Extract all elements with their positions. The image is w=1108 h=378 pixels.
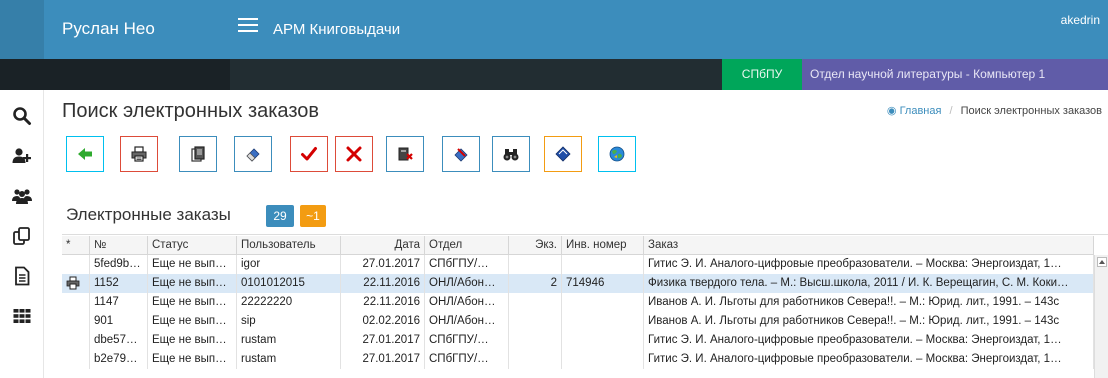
binoculars-icon [503, 149, 519, 161]
eraser-icon [246, 148, 260, 162]
book-mark-icon [454, 148, 468, 162]
row-icon-cell [62, 312, 90, 331]
diamond-icon [555, 146, 571, 162]
print-button[interactable] [120, 136, 158, 172]
diamond-button[interactable] [544, 136, 582, 172]
users-icon [12, 189, 32, 204]
back-button[interactable] [66, 136, 104, 172]
copy-pages-button[interactable] [179, 136, 217, 172]
confirm-button[interactable] [290, 136, 328, 172]
column-header-inventory[interactable]: Инв. номер [562, 236, 644, 255]
table-row[interactable]: dbe57… Еще не вып… rustam 27.01.2017 СПб… [62, 331, 1094, 350]
search-icon [13, 107, 31, 125]
table-row[interactable]: 5fed9b… Еще не вып… igor 27.01.2017 СПбГ… [62, 255, 1094, 274]
document-icon [15, 266, 30, 286]
checkmark-icon [301, 147, 317, 161]
column-header-mark[interactable]: * [62, 236, 90, 255]
add-user-icon [12, 148, 31, 163]
scroll-up-button[interactable] [1097, 257, 1107, 267]
row-icon-cell [62, 274, 90, 293]
sidebar-item-document[interactable] [0, 256, 44, 296]
info-bar: СПбПУ Отдел научной литературы - Компьют… [0, 59, 1108, 90]
book-delete-button[interactable] [386, 136, 424, 172]
navbar-left-strip [0, 0, 44, 59]
orders-grid: * № Статус Пользователь Дата Отдел Экз. … [62, 236, 1108, 378]
row-icon-cell [62, 293, 90, 312]
column-header-user[interactable]: Пользователь [237, 236, 341, 255]
breadcrumb-current: Поиск электронных заказов [960, 105, 1102, 117]
grid-scrollbar[interactable] [1094, 255, 1108, 378]
user-menu[interactable]: akedrin [1061, 13, 1100, 27]
book-delete-icon [398, 147, 413, 161]
close-icon [346, 146, 362, 162]
column-header-date[interactable]: Дата [341, 236, 425, 255]
org-badge: СПбПУ [722, 59, 802, 90]
chevron-up-icon [1099, 260, 1105, 264]
sidebar-item-users[interactable] [0, 176, 44, 216]
top-navbar: Руслан Нео АРМ Книговыдачи akedrin [0, 0, 1108, 59]
brand-logo[interactable]: Руслан Нео [62, 19, 155, 39]
grid-icon [13, 309, 31, 323]
column-header-status[interactable]: Статус [148, 236, 237, 255]
sidebar [0, 90, 44, 378]
row-icon-cell [62, 255, 90, 274]
sidebar-item-add-user[interactable] [0, 136, 44, 176]
globe-button[interactable] [598, 136, 636, 172]
print-icon [131, 146, 147, 162]
row-icon-cell [62, 331, 90, 350]
section-title: Электронные заказы [66, 205, 231, 224]
table-row[interactable]: 1147 Еще не вып… 22222220 22.11.2016 ОНЛ… [62, 293, 1094, 312]
row-icon-cell [62, 350, 90, 369]
new-orders-badge: ~1 [300, 205, 326, 227]
page-title: Поиск электронных заказов [62, 100, 320, 122]
copy-icon [13, 227, 30, 245]
search-binoculars-button[interactable] [492, 136, 530, 172]
eraser-button[interactable] [234, 136, 272, 172]
printer-icon [66, 276, 80, 290]
table-row-selected[interactable]: 1152 Еще не вып… 0101012015 22.11.2016 О… [62, 274, 1094, 293]
section-divider [62, 234, 1108, 235]
copy-pages-icon [191, 146, 205, 162]
menu-toggle-icon[interactable] [238, 18, 258, 34]
column-header-copies[interactable]: Экз. [509, 236, 562, 255]
grid-header: * № Статус Пользователь Дата Отдел Экз. … [62, 236, 1094, 255]
column-header-order[interactable]: Заказ [644, 236, 1094, 255]
breadcrumb: ◉ Главная / Поиск электронных заказов [886, 105, 1102, 117]
book-mark-button[interactable] [442, 136, 480, 172]
breadcrumb-home-link[interactable]: ◉ Главная [887, 105, 945, 117]
orders-count-badge: 29 [266, 205, 294, 227]
table-row[interactable]: b2e79… Еще не вып… rustam 27.01.2017 СПб… [62, 350, 1094, 369]
dashboard-icon: ◉ [886, 105, 897, 117]
sidebar-item-copy[interactable] [0, 216, 44, 256]
column-header-department[interactable]: Отдел [425, 236, 509, 255]
back-arrow-icon [78, 148, 92, 160]
column-header-number[interactable]: № [90, 236, 148, 255]
sidebar-item-search[interactable] [0, 96, 44, 136]
globe-icon [609, 146, 625, 162]
cancel-button[interactable] [335, 136, 373, 172]
table-row[interactable]: 901 Еще не вып… sip 02.02.2016 ОНЛ/Абон…… [62, 312, 1094, 331]
sidebar-item-grid[interactable] [0, 296, 44, 336]
department-badge: Отдел научной литературы - Компьютер 1 [802, 59, 1108, 90]
app-title: АРМ Книговыдачи [273, 21, 401, 38]
